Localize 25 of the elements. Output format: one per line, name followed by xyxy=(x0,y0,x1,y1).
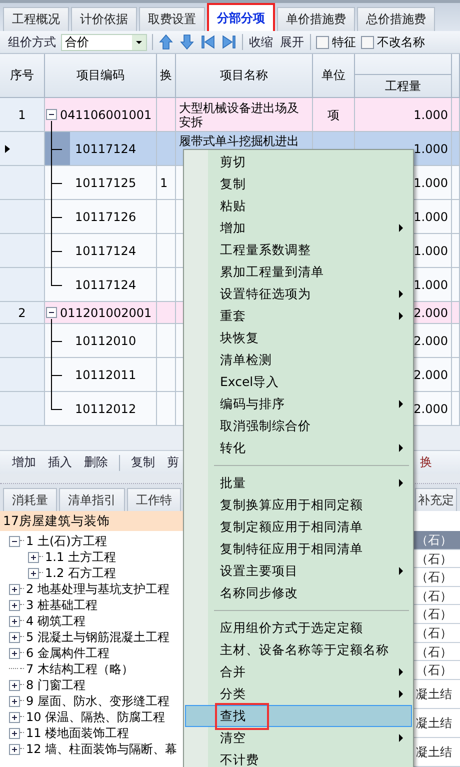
table-cell: 1.000 xyxy=(355,98,452,132)
column-header: 换 xyxy=(157,54,176,98)
row-number: 2 xyxy=(18,306,26,320)
code-text: 10112011 xyxy=(75,368,136,382)
column-header: 单位 xyxy=(313,54,355,98)
row-number: 1 xyxy=(18,108,26,122)
table-cell: 项 xyxy=(313,98,355,132)
table-cell: 1 xyxy=(157,166,176,200)
code-text: 10117125 xyxy=(75,176,136,190)
code-text: 011201002001 xyxy=(60,306,152,320)
pricing-label: 组价方式 xyxy=(8,34,56,50)
table-cell: 大型机械设备进出场及安拆 xyxy=(176,98,313,132)
code-text: 10117126 xyxy=(75,210,136,224)
code-text: 10117124 xyxy=(75,142,136,156)
code-text: 10117124 xyxy=(75,278,136,292)
checkbox-label: 不改名称 xyxy=(377,34,425,50)
column-header: 项目名称 xyxy=(176,54,313,98)
column-header: 项目编码 xyxy=(45,54,157,98)
column-header-label: 工程量 xyxy=(384,78,422,94)
column-header: 序号 xyxy=(0,54,45,98)
code-text: 10117124 xyxy=(75,244,136,258)
checkbox-label: 特征 xyxy=(332,34,356,50)
code-text: 10112012 xyxy=(75,402,136,416)
code-text: 041106001001 xyxy=(60,108,152,122)
code-text: 10112010 xyxy=(75,334,136,348)
